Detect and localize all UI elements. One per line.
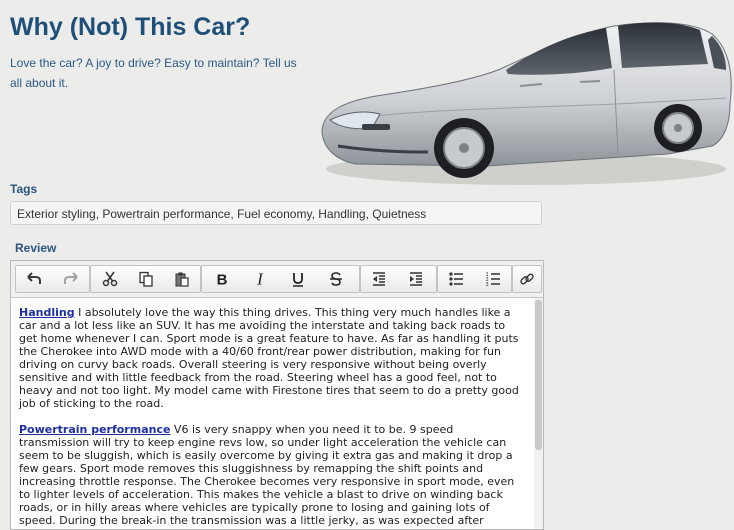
review-scrollbar[interactable]	[534, 298, 543, 529]
copy-icon	[139, 271, 153, 287]
link-button[interactable]	[512, 266, 542, 292]
outdent-icon	[373, 272, 385, 286]
link-icon	[520, 273, 534, 285]
handling-tag-link[interactable]: Handling	[19, 306, 75, 319]
handling-text: I absolutely love the way this thing dri…	[19, 306, 519, 410]
undo-button[interactable]	[19, 266, 49, 292]
format-group: B I	[201, 265, 360, 293]
strikethrough-icon	[330, 272, 342, 286]
tags-input[interactable]: Exterior styling, Powertrain performance…	[10, 201, 542, 225]
numbered-list-icon: 123	[486, 272, 500, 287]
outdent-button[interactable]	[364, 266, 394, 292]
bold-icon: B	[217, 272, 228, 288]
bulleted-list-icon	[449, 272, 463, 286]
review-paragraph-powertrain: Powertrain performance V6 is very snappy…	[19, 423, 526, 527]
svg-text:B: B	[217, 272, 228, 288]
undo-icon	[27, 272, 41, 284]
indent-group	[360, 265, 437, 293]
link-group	[512, 265, 542, 293]
numbered-list-button[interactable]: 123	[478, 266, 508, 292]
indent-button[interactable]	[401, 266, 431, 292]
cut-button[interactable]	[95, 266, 125, 292]
car-photo	[321, 22, 732, 185]
review-text-area[interactable]: Handling I absolutely love the way this …	[11, 298, 534, 529]
copy-button[interactable]	[131, 266, 161, 292]
italic-button[interactable]: I	[245, 266, 275, 292]
paste-button[interactable]	[167, 266, 197, 292]
strikethrough-button[interactable]	[321, 266, 351, 292]
tags-label: Tags	[10, 182, 38, 196]
history-group	[15, 265, 90, 293]
powertrain-text: V6 is very snappy when you need it to be…	[19, 423, 515, 527]
page-title: Why (Not) This Car?	[10, 13, 251, 41]
list-group: 123	[437, 265, 512, 293]
cut-icon	[102, 271, 118, 287]
review-editor: B I 123 Handling I absolutely love the w…	[10, 260, 544, 530]
italic-icon: I	[256, 271, 264, 287]
clipboard-group	[90, 265, 201, 293]
review-label: Review	[15, 241, 57, 255]
underline-button[interactable]	[283, 266, 313, 292]
review-paragraph-handling: Handling I absolutely love the way this …	[19, 306, 526, 410]
paste-icon	[175, 272, 189, 287]
redo-icon	[64, 272, 78, 284]
powertrain-tag-link[interactable]: Powertrain performance	[19, 423, 170, 436]
intro-text: Love the car? A joy to drive? Easy to ma…	[10, 56, 297, 90]
indent-icon	[410, 272, 422, 286]
svg-text:3: 3	[486, 282, 489, 287]
scrollbar-thumb[interactable]	[535, 300, 542, 450]
underline-icon	[293, 273, 303, 287]
editor-toolbar: B I 123	[11, 261, 543, 298]
bulleted-list-button[interactable]	[441, 266, 471, 292]
redo-button[interactable]	[56, 266, 86, 292]
bold-button[interactable]: B	[207, 266, 237, 292]
svg-text:I: I	[256, 271, 264, 287]
